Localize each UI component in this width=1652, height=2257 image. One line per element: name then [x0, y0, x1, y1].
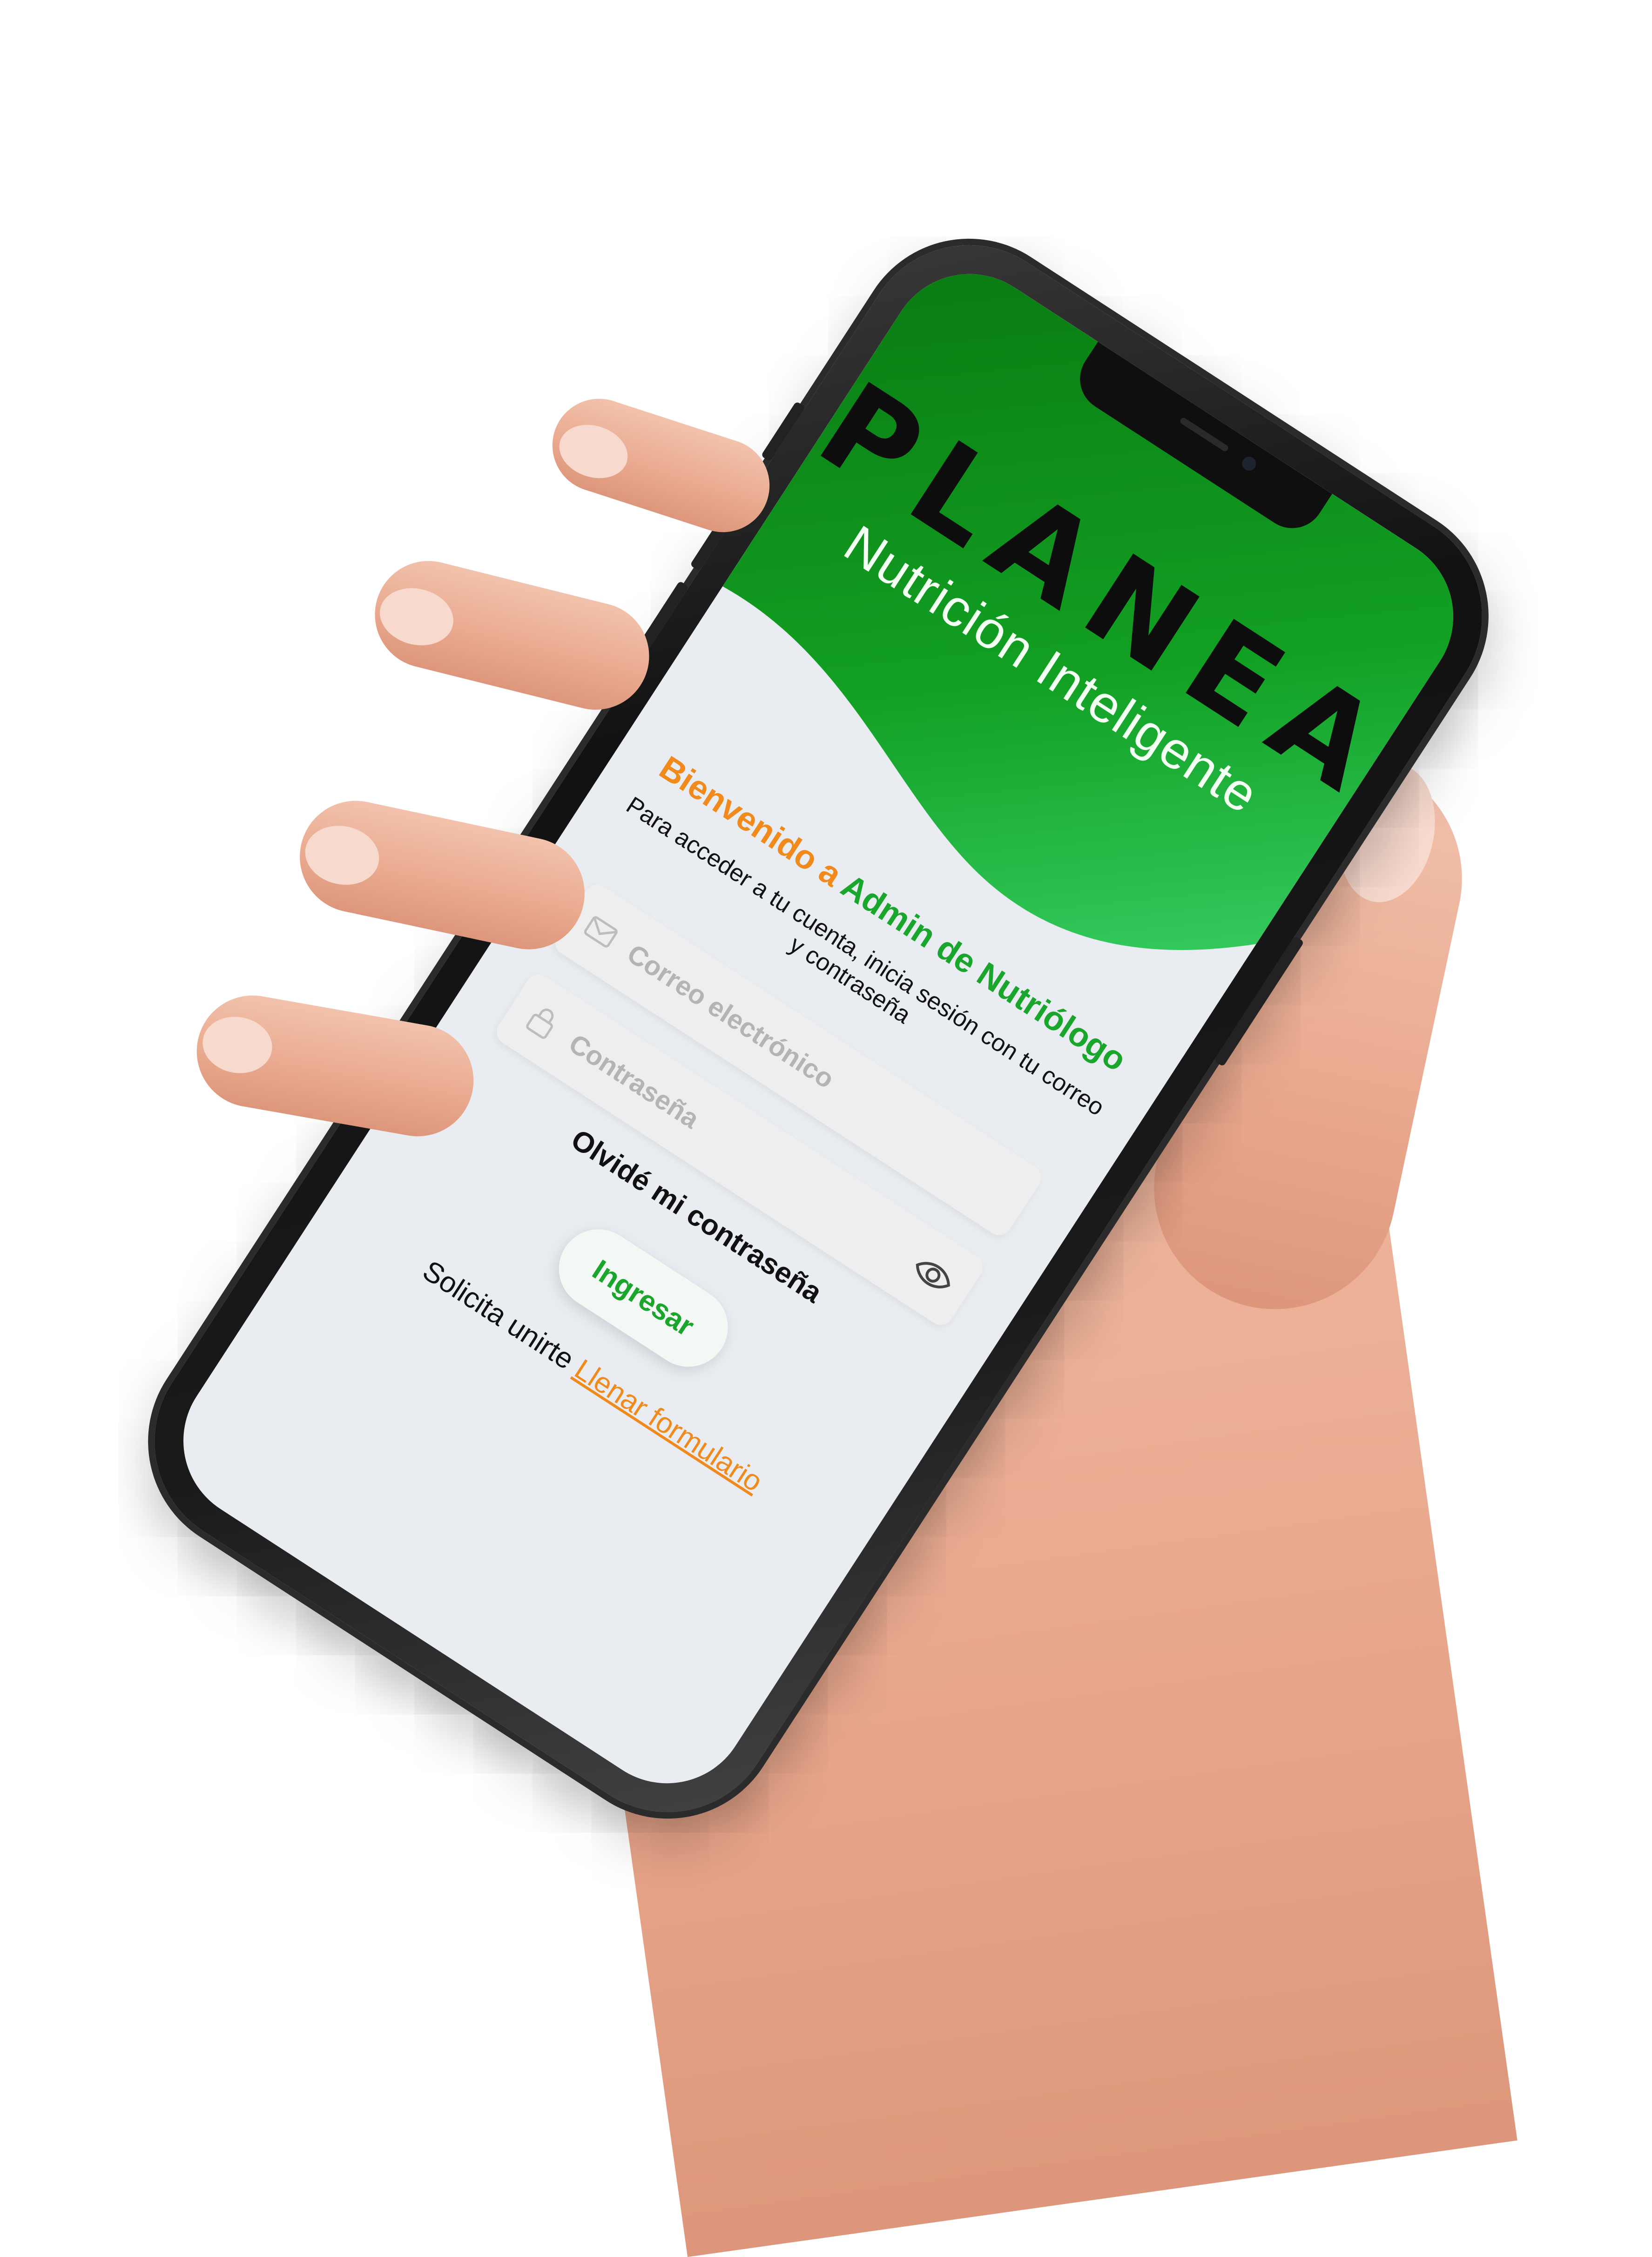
join-text: Solicita unirte — [417, 1254, 580, 1376]
mail-icon — [584, 916, 618, 948]
lock-icon — [526, 1008, 554, 1039]
speaker — [1179, 416, 1230, 453]
join-form-link[interactable]: Llenar formulario — [569, 1353, 768, 1498]
side-button — [761, 401, 806, 462]
front-camera — [1239, 454, 1259, 473]
eye-icon[interactable] — [905, 1248, 961, 1302]
stage: PLANEA Nutrición Inteligente Bienvenido … — [0, 0, 1652, 2257]
password-placeholder: Contraseña — [563, 1028, 705, 1135]
